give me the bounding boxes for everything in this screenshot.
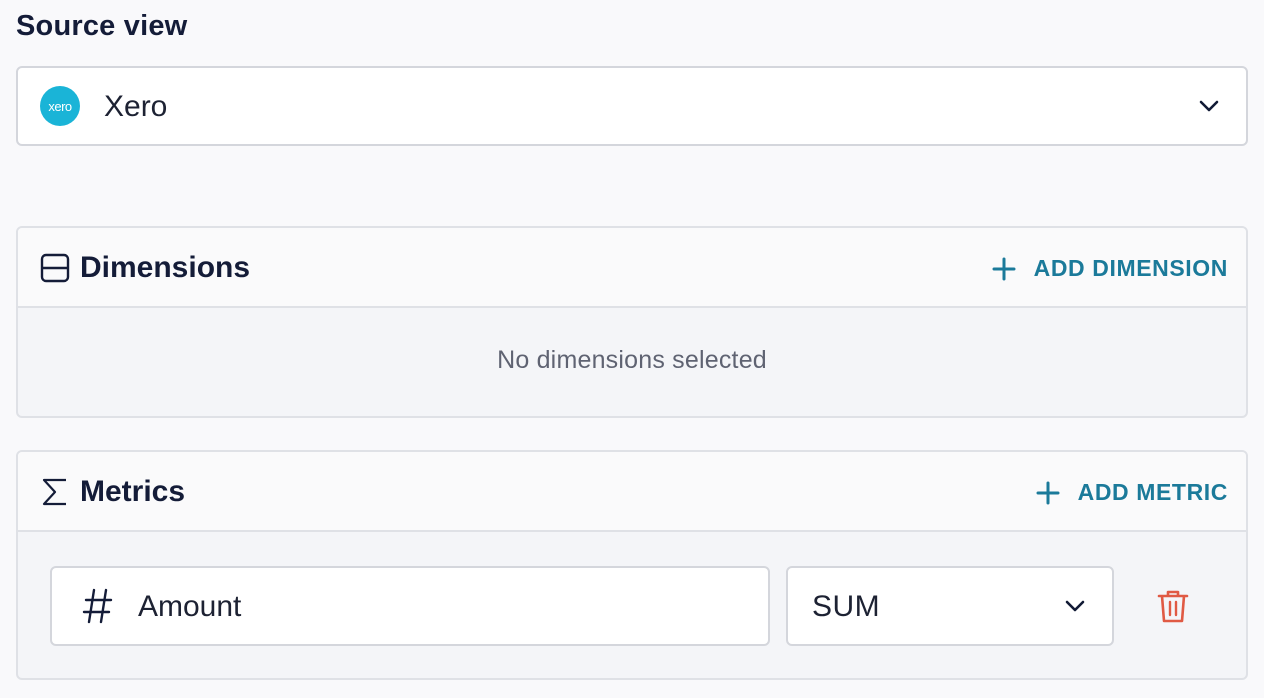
add-dimension-button[interactable]: ADD DIMENSION	[992, 255, 1228, 282]
page: Source view xero Xero Dimensions ADD DIM…	[0, 0, 1264, 698]
metric-name: Amount	[138, 590, 242, 623]
metrics-title: Metrics	[80, 475, 186, 508]
plus-icon	[1036, 481, 1060, 504]
dimensions-icon	[40, 253, 70, 283]
source-view-select[interactable]: xero Xero	[16, 66, 1248, 146]
metrics-header: Metrics ADD METRIC	[18, 452, 1246, 532]
aggregation-value: SUM	[812, 590, 881, 623]
metric-field-select[interactable]: Amount	[50, 566, 770, 646]
source-view-value: Xero	[104, 90, 168, 123]
dimensions-title: Dimensions	[80, 251, 251, 284]
hash-icon	[82, 588, 113, 624]
sigma-icon	[42, 478, 66, 506]
trash-icon	[1157, 590, 1189, 623]
plus-icon	[992, 257, 1016, 280]
add-metric-button[interactable]: ADD METRIC	[1036, 479, 1228, 506]
xero-logo-text: xero	[48, 98, 72, 114]
metrics-panel: Metrics ADD METRIC Amount SUM	[16, 450, 1248, 680]
chevron-down-icon	[1065, 600, 1085, 612]
source-view-title: Source view	[16, 10, 188, 42]
aggregation-select[interactable]: SUM	[786, 566, 1114, 646]
chevron-down-icon	[1199, 100, 1219, 112]
dimensions-panel: Dimensions ADD DIMENSION No dimensions s…	[16, 226, 1248, 418]
xero-logo: xero	[40, 86, 80, 126]
add-dimension-label: ADD DIMENSION	[1033, 255, 1228, 281]
dimensions-header: Dimensions ADD DIMENSION	[18, 228, 1246, 308]
delete-metric-button[interactable]	[1156, 588, 1190, 624]
dimensions-empty-text: No dimensions selected	[497, 346, 767, 374]
add-metric-label: ADD METRIC	[1077, 479, 1228, 505]
